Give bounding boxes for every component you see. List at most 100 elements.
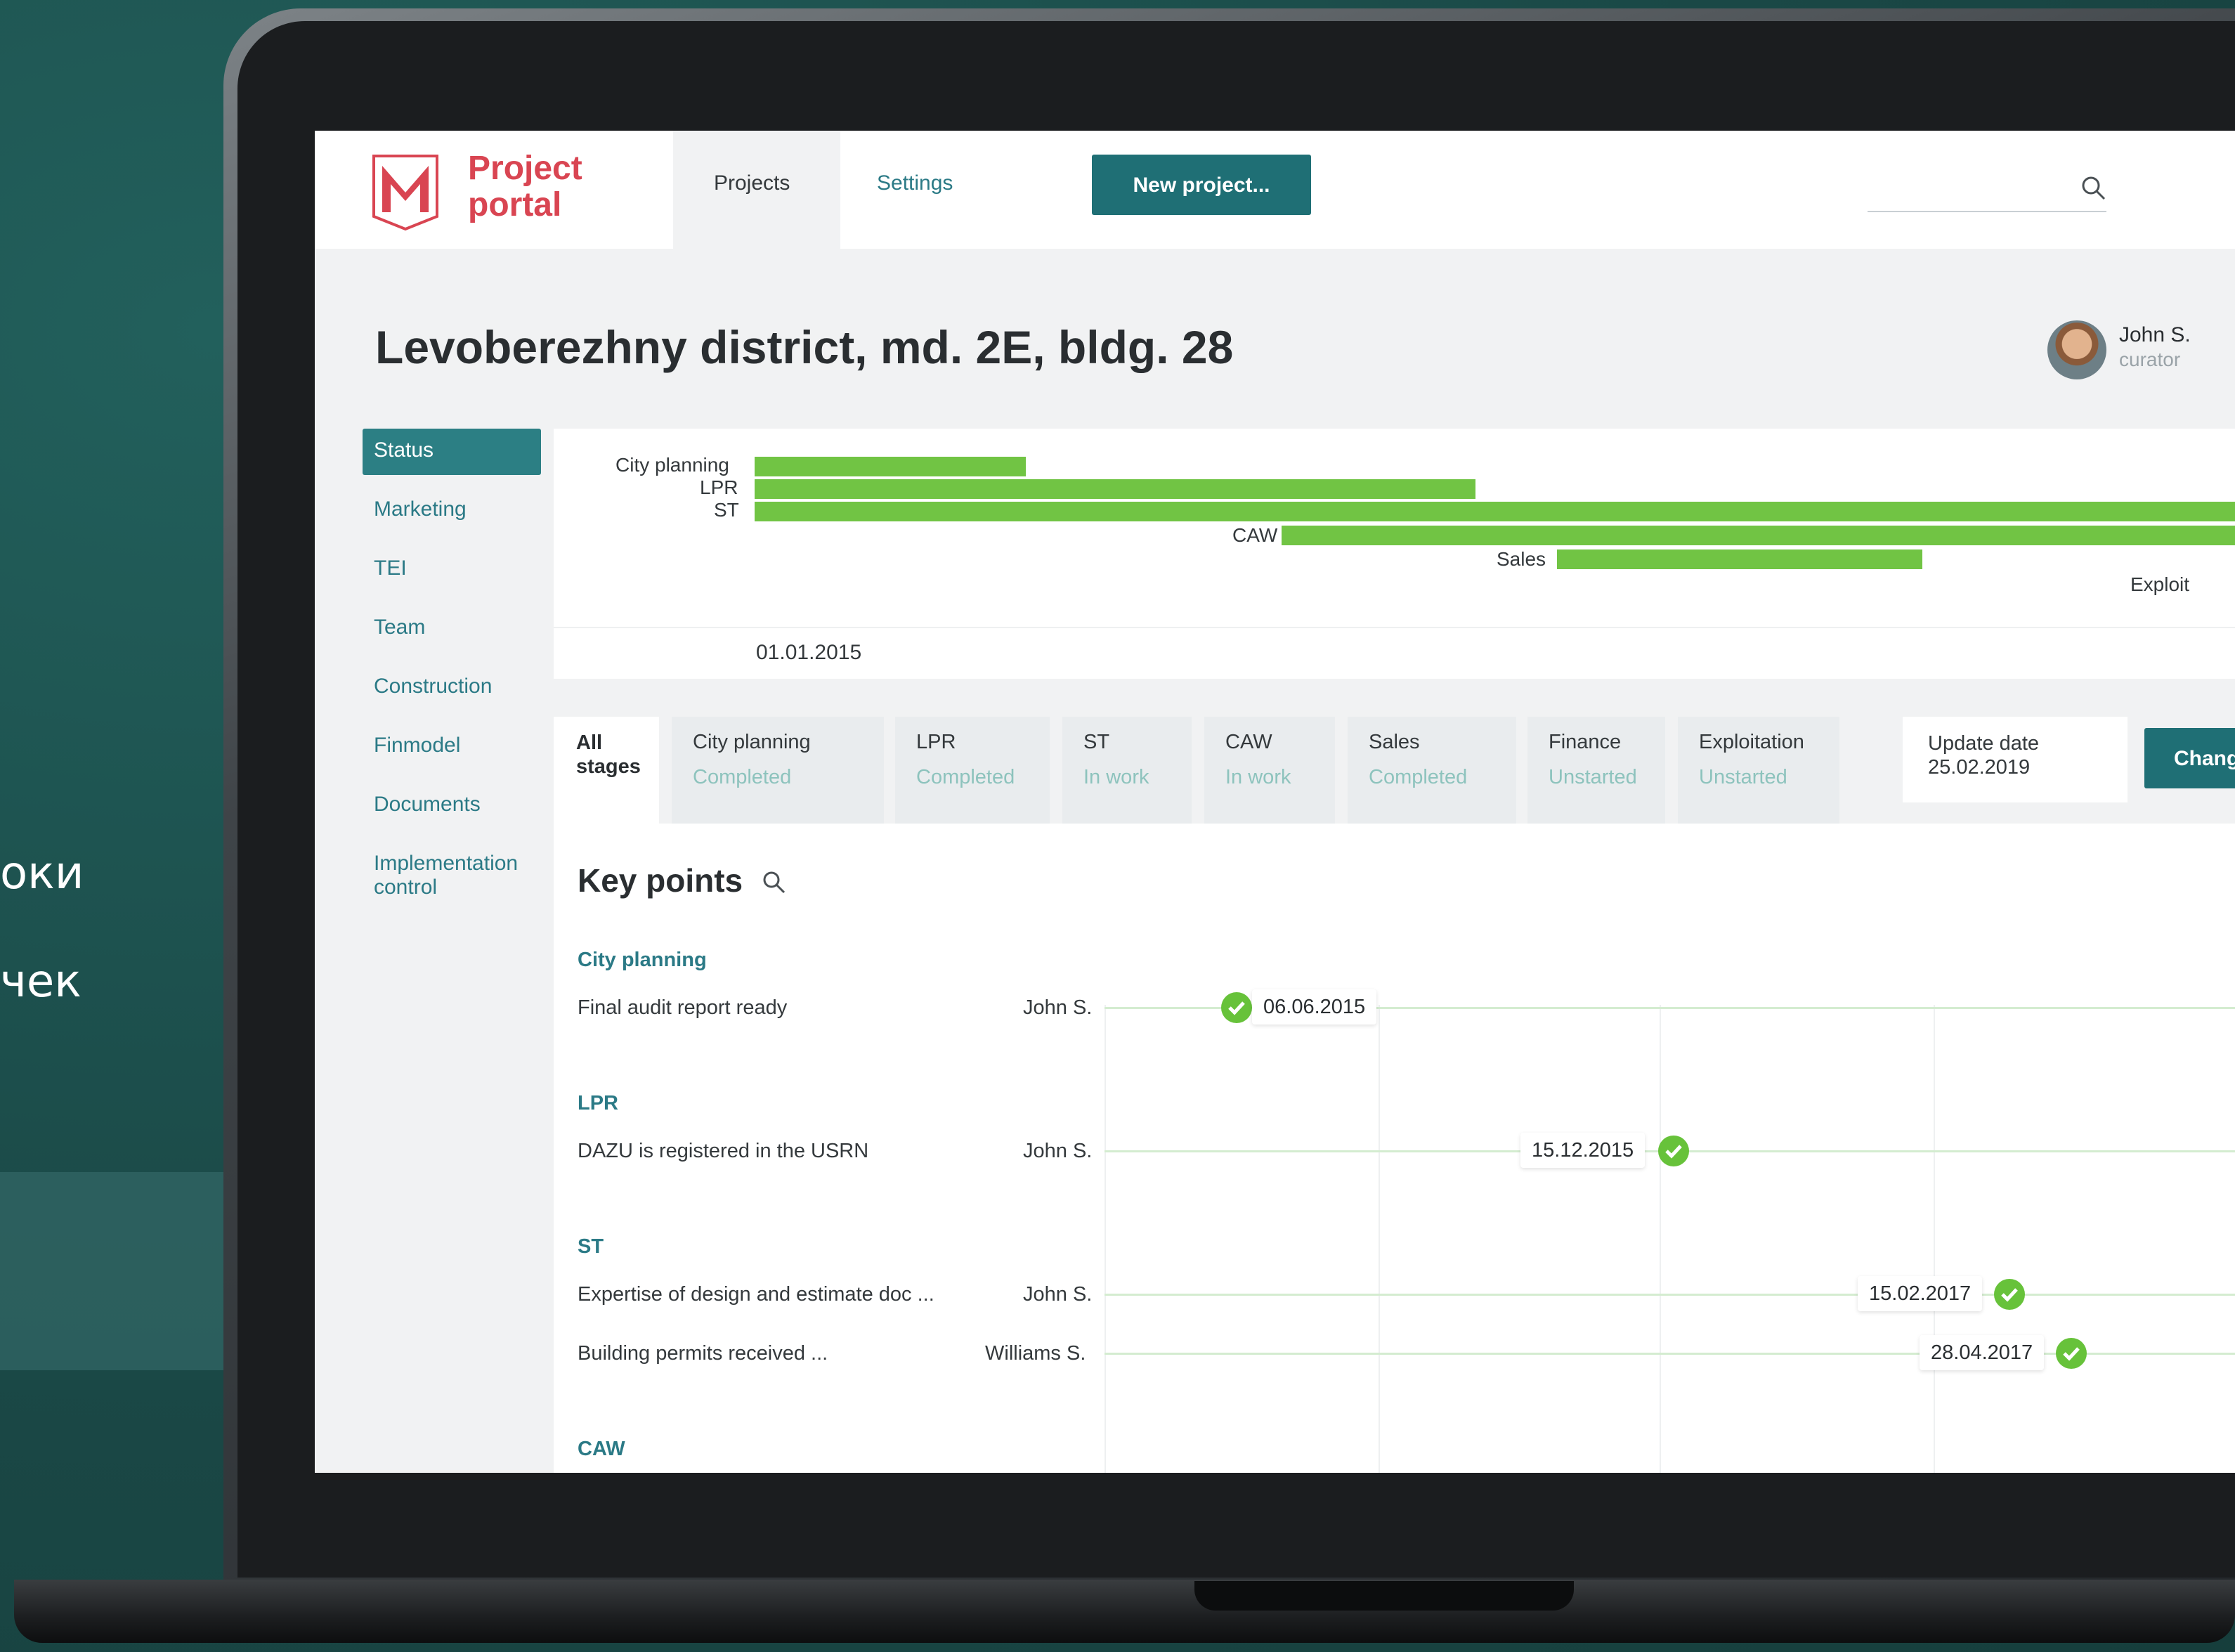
tab-stage-finance[interactable]: Finance Unstarted [1527, 717, 1665, 824]
gantt-bar-lpr[interactable] [755, 479, 1475, 499]
sidebar-item-finmodel[interactable]: Finmodel [374, 734, 460, 757]
background-text-line2: чек [0, 956, 82, 1008]
logo-line-1: Project [468, 150, 582, 187]
sidebar-item-label: Implementation [374, 852, 519, 875]
sidebar-item-tei[interactable]: TEI [374, 557, 407, 580]
tab-stage-st[interactable]: ST In work [1062, 717, 1192, 824]
tab-stage-sales[interactable]: Sales Completed [1348, 717, 1516, 824]
search-icon[interactable] [762, 870, 787, 895]
gantt-label-lpr: LPR [700, 476, 738, 498]
laptop-notch [1194, 1581, 1574, 1611]
sidebar-item-team[interactable]: Team [374, 616, 425, 639]
timeline-gridline [1105, 1005, 1106, 1473]
stage-status: Completed [1369, 766, 1468, 788]
gantt-label-st: ST [714, 499, 739, 521]
stage-status: In work [1225, 766, 1291, 788]
avatar[interactable] [2047, 320, 2106, 379]
user-role: curator [2119, 349, 2181, 370]
gantt-bar-st[interactable] [755, 502, 2235, 521]
gantt-label-sales: Sales [1497, 548, 1546, 570]
task-name: Final audit report ready [578, 996, 788, 1019]
tab-stage-exploitation[interactable]: Exploitation Unstarted [1678, 717, 1839, 824]
logo-text: Project portal [468, 150, 582, 223]
stage-status: Completed [916, 766, 1015, 788]
gantt-bar-caw[interactable] [1282, 526, 2235, 545]
tab-projects-label: Projects [714, 171, 790, 195]
timeline-gridline [1660, 1005, 1661, 1473]
gantt-label-exploitation: Exploit [2130, 573, 2190, 595]
tab-projects[interactable]: Projects [673, 131, 840, 249]
task-name: Expertise of design and estimate doc ... [578, 1283, 934, 1306]
sidebar-item-implementation-control[interactable]: Implementation control [374, 852, 518, 899]
logo-line-2: portal [468, 186, 562, 223]
logo[interactable]: Project portal [315, 131, 673, 249]
stage-status: Unstarted [1549, 766, 1637, 788]
stage-name: Sales [1369, 731, 1420, 753]
check-icon [1221, 992, 1252, 1023]
gantt-chart: City planning LPR ST CAW Sales Exploit 0… [554, 429, 2235, 679]
sidebar-item-label: Status [374, 438, 434, 462]
search-icon[interactable] [2080, 174, 2108, 202]
tab-stage-caw[interactable]: CAW In work [1204, 717, 1335, 824]
update-date-value: 25.02.2019 [1928, 756, 2031, 779]
stage-name: Exploitation [1699, 731, 1804, 753]
stage-name: ST [1083, 731, 1110, 753]
task-name: Building permits received ... [578, 1342, 828, 1365]
task-timeline [1105, 1294, 2235, 1296]
timeline-gridline [1379, 1005, 1380, 1473]
task-person: Williams S. [985, 1342, 1086, 1365]
sidebar-item-marketing[interactable]: Marketing [374, 497, 467, 521]
check-icon [1994, 1279, 2025, 1310]
stage-name: City planning [693, 731, 811, 753]
user-name: John S. [2119, 323, 2191, 346]
tab-stage-lpr[interactable]: LPR Completed [895, 717, 1050, 824]
task-person: John S. [1023, 996, 1093, 1019]
page-title: Levoberezhny district, md. 2E, bldg. 28 [375, 321, 1234, 373]
section-lpr: LPR [578, 1092, 618, 1114]
laptop-base [14, 1580, 2235, 1643]
task-person: John S. [1023, 1140, 1093, 1162]
section-city-planning: City planning [578, 949, 707, 971]
stage-status: Completed [693, 766, 792, 788]
sidebar-item-construction[interactable]: Construction [374, 675, 492, 698]
app-screen: Project portal Projects Settings New pro… [315, 131, 2235, 1473]
stage-name: LPR [916, 731, 956, 753]
gantt-start-date: 01.01.2015 [756, 641, 862, 664]
gantt-bar-sales[interactable] [1557, 549, 1922, 569]
background-text-line1: оки [0, 847, 84, 899]
stage-name: CAW [1225, 731, 1272, 753]
stage-status: Unstarted [1699, 766, 1787, 788]
logo-icon [372, 155, 438, 231]
section-st: ST [578, 1235, 604, 1258]
gantt-axis [554, 627, 2235, 628]
gantt-bar-city-planning[interactable] [755, 457, 1026, 476]
stage-status: In work [1083, 766, 1149, 788]
tab-all-stages[interactable]: All stages [554, 717, 659, 824]
check-icon [1658, 1136, 1689, 1166]
stage-name: Finance [1549, 731, 1622, 753]
search-input[interactable] [1868, 211, 2106, 212]
sidebar-item-documents[interactable]: Documents [374, 793, 481, 817]
task-person: John S. [1023, 1283, 1093, 1306]
tab-stage-city-planning[interactable]: City planning Completed [672, 717, 884, 824]
check-icon [2056, 1338, 2087, 1369]
change-button[interactable]: Chang [2144, 728, 2235, 788]
milestone-date[interactable]: 28.04.2017 [1920, 1335, 2045, 1370]
milestone-date[interactable]: 15.02.2017 [1858, 1276, 1983, 1311]
milestone-date[interactable]: 06.06.2015 [1252, 989, 1377, 1025]
sidebar-item-status[interactable]: Status [363, 429, 541, 475]
tab-all-label-2: stages [576, 755, 641, 778]
tab-settings[interactable]: Settings [877, 171, 953, 195]
gantt-label-caw: CAW [1232, 524, 1278, 546]
task-name: DAZU is registered in the USRN [578, 1140, 869, 1162]
section-caw: CAW [578, 1438, 625, 1460]
update-date-label: Update date [1928, 732, 2040, 755]
background-panel [0, 1172, 232, 1370]
gantt-label-city-planning: City planning [615, 454, 729, 476]
sidebar-item-label: control [374, 876, 438, 899]
key-points-title: Key points [578, 862, 743, 899]
milestone-date[interactable]: 15.12.2015 [1520, 1133, 1646, 1168]
new-project-button[interactable]: New project... [1092, 155, 1311, 215]
tab-all-label-1: All [576, 731, 603, 754]
update-date: Update date 25.02.2019 [1903, 717, 2128, 802]
